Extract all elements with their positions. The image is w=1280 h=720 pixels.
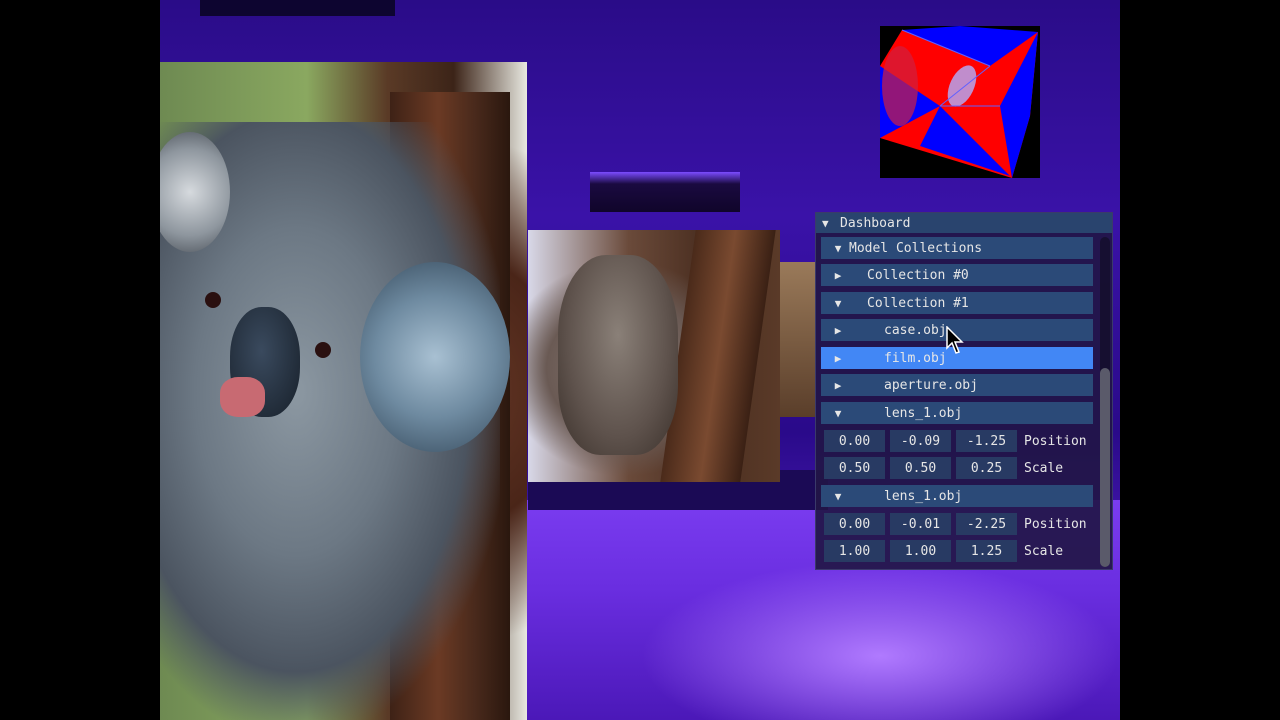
scale-input-row: 1.00 1.00 1.25 Scale (824, 540, 1063, 562)
rotating-cube (880, 26, 1040, 178)
tree-node-collection-1[interactable]: ▼ Collection #1 (821, 292, 1093, 314)
position-x-field[interactable]: 0.00 (824, 430, 885, 452)
collapse-arrow-icon[interactable]: ▼ (822, 217, 834, 230)
scale-label: Scale (1024, 543, 1064, 559)
koala-photo-side (780, 262, 815, 417)
mouse-cursor-icon (946, 325, 966, 356)
scale-y-field[interactable]: 1.00 (890, 540, 951, 562)
tree-node-label: Model Collections (849, 240, 983, 256)
scale-x-field[interactable]: 1.00 (824, 540, 885, 562)
expanded-arrow-icon: ▼ (834, 296, 842, 310)
position-y-field[interactable]: -0.01 (890, 513, 951, 535)
scale-z-field[interactable]: 0.25 (956, 457, 1017, 479)
expanded-arrow-icon: ▼ (834, 489, 842, 503)
scale-z-field[interactable]: 1.25 (956, 540, 1017, 562)
tree-node-collection-0[interactable]: ▶ Collection #0 (821, 264, 1093, 286)
tree-node-label: lens_1.obj (884, 405, 963, 421)
tree-node-label: aperture.obj (884, 377, 978, 393)
position-input-row: 0.00 -0.01 -2.25 Position (824, 513, 1087, 535)
collapsed-arrow-icon: ▶ (834, 268, 842, 282)
position-x-field[interactable]: 0.00 (824, 513, 885, 535)
collapsed-arrow-icon: ▶ (834, 351, 842, 365)
scrollbar-thumb[interactable] (1100, 368, 1110, 567)
position-input-row: 0.00 -0.09 -1.25 Position (824, 430, 1087, 452)
collapsed-arrow-icon: ▶ (834, 378, 842, 392)
position-z-field[interactable]: -1.25 (956, 430, 1017, 452)
dashboard-title: Dashboard (840, 215, 911, 231)
back-shelf (590, 172, 740, 212)
tree-node-label: lens_1.obj (884, 488, 963, 504)
position-label: Position (1024, 433, 1087, 449)
tree-node-label: Collection #0 (867, 267, 969, 283)
position-z-field[interactable]: -2.25 (956, 513, 1017, 535)
tree-node-model-collections[interactable]: ▼ Model Collections (821, 237, 1093, 259)
scale-x-field[interactable]: 0.50 (824, 457, 885, 479)
tree-node-lens-1-obj[interactable]: ▼ lens_1.obj (821, 402, 1093, 424)
koala-photo-front (160, 62, 527, 720)
koala-photo-mid (528, 230, 780, 482)
tree-node-label: Collection #1 (867, 295, 969, 311)
scale-input-row: 0.50 0.50 0.25 Scale (824, 457, 1063, 479)
expanded-arrow-icon: ▼ (834, 406, 842, 420)
tree-node-label: film.obj (884, 350, 947, 366)
floor-glow (640, 560, 1120, 720)
scale-label: Scale (1024, 460, 1064, 476)
ceiling-beam (200, 0, 395, 16)
tree-node-lens-1-obj-2[interactable]: ▼ lens_1.obj (821, 485, 1093, 507)
expanded-arrow-icon: ▼ (834, 241, 842, 255)
tree-node-aperture-obj[interactable]: ▶ aperture.obj (821, 374, 1093, 396)
dashboard-title-bar[interactable]: ▼ Dashboard (816, 213, 1112, 233)
position-y-field[interactable]: -0.09 (890, 430, 951, 452)
scale-y-field[interactable]: 0.50 (890, 457, 951, 479)
position-label: Position (1024, 516, 1087, 532)
tree-node-label: case.obj (884, 322, 947, 338)
collapsed-arrow-icon: ▶ (834, 323, 842, 337)
dashboard-window[interactable]: ▼ Dashboard ▼ Model Collections ▶ Collec… (815, 212, 1113, 570)
